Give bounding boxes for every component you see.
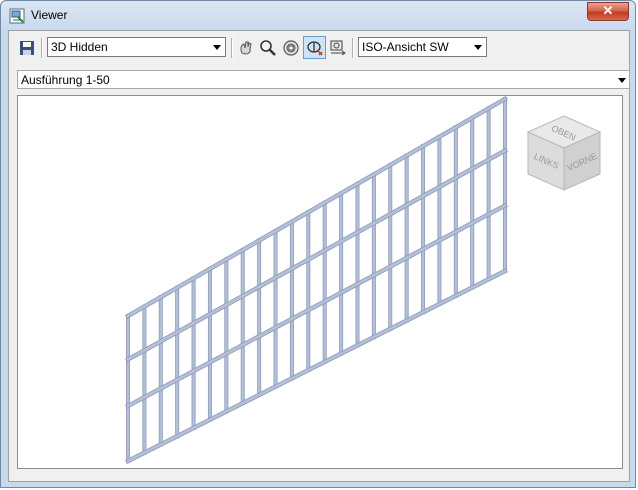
viewer-window: Viewer ✕ 3D Hidden ISO-Ansicht SW Ausfüh… xyxy=(0,0,636,488)
mesh-grid xyxy=(124,96,509,464)
visual-style-value: 3D Hidden xyxy=(51,40,108,54)
view-preset-value: ISO-Ansicht SW xyxy=(362,40,449,54)
save-icon[interactable] xyxy=(18,39,36,57)
title-bar[interactable]: Viewer ✕ xyxy=(1,1,635,31)
viewcube[interactable]: OBEN LINKS VORNE xyxy=(526,115,602,191)
close-icon: ✕ xyxy=(602,3,614,18)
toolbar-separator xyxy=(231,38,233,58)
mesh-horizontal-bar-fill xyxy=(126,97,507,318)
zoom-icon[interactable] xyxy=(259,39,277,57)
close-button[interactable]: ✕ xyxy=(587,2,629,21)
3d-viewport[interactable]: OBEN LINKS VORNE xyxy=(17,95,623,469)
chevron-down-icon xyxy=(618,78,626,83)
window-title: Viewer xyxy=(31,8,68,22)
zoom-extents-icon[interactable] xyxy=(282,39,300,57)
toolbar: 3D Hidden ISO-Ansicht SW xyxy=(9,31,629,65)
model-canvas[interactable]: OBEN LINKS VORNE xyxy=(18,96,622,468)
toolbar-separator xyxy=(352,38,354,58)
layout-select[interactable]: Ausführung 1-50 xyxy=(17,70,630,89)
mesh-horizontal-bar-fill xyxy=(126,203,507,408)
view-preset-select[interactable]: ISO-Ansicht SW xyxy=(358,37,487,57)
chevron-down-icon xyxy=(474,45,482,50)
viewer-app-icon xyxy=(9,8,25,24)
layout-select-value: Ausführung 1-50 xyxy=(21,73,110,87)
orbit-button[interactable] xyxy=(303,36,326,59)
orbit-icon xyxy=(307,41,323,56)
toolbar-separator xyxy=(41,38,43,58)
mesh-horizontal-bar-fill xyxy=(126,148,507,362)
pan-icon[interactable] xyxy=(237,39,255,57)
visual-style-select[interactable]: 3D Hidden xyxy=(47,37,226,57)
camera-settings-icon[interactable] xyxy=(329,39,347,57)
chevron-down-icon xyxy=(213,45,221,50)
client-area: 3D Hidden ISO-Ansicht SW Ausführung 1-50… xyxy=(8,30,630,482)
mesh-horizontal-bar-fill xyxy=(126,269,507,463)
